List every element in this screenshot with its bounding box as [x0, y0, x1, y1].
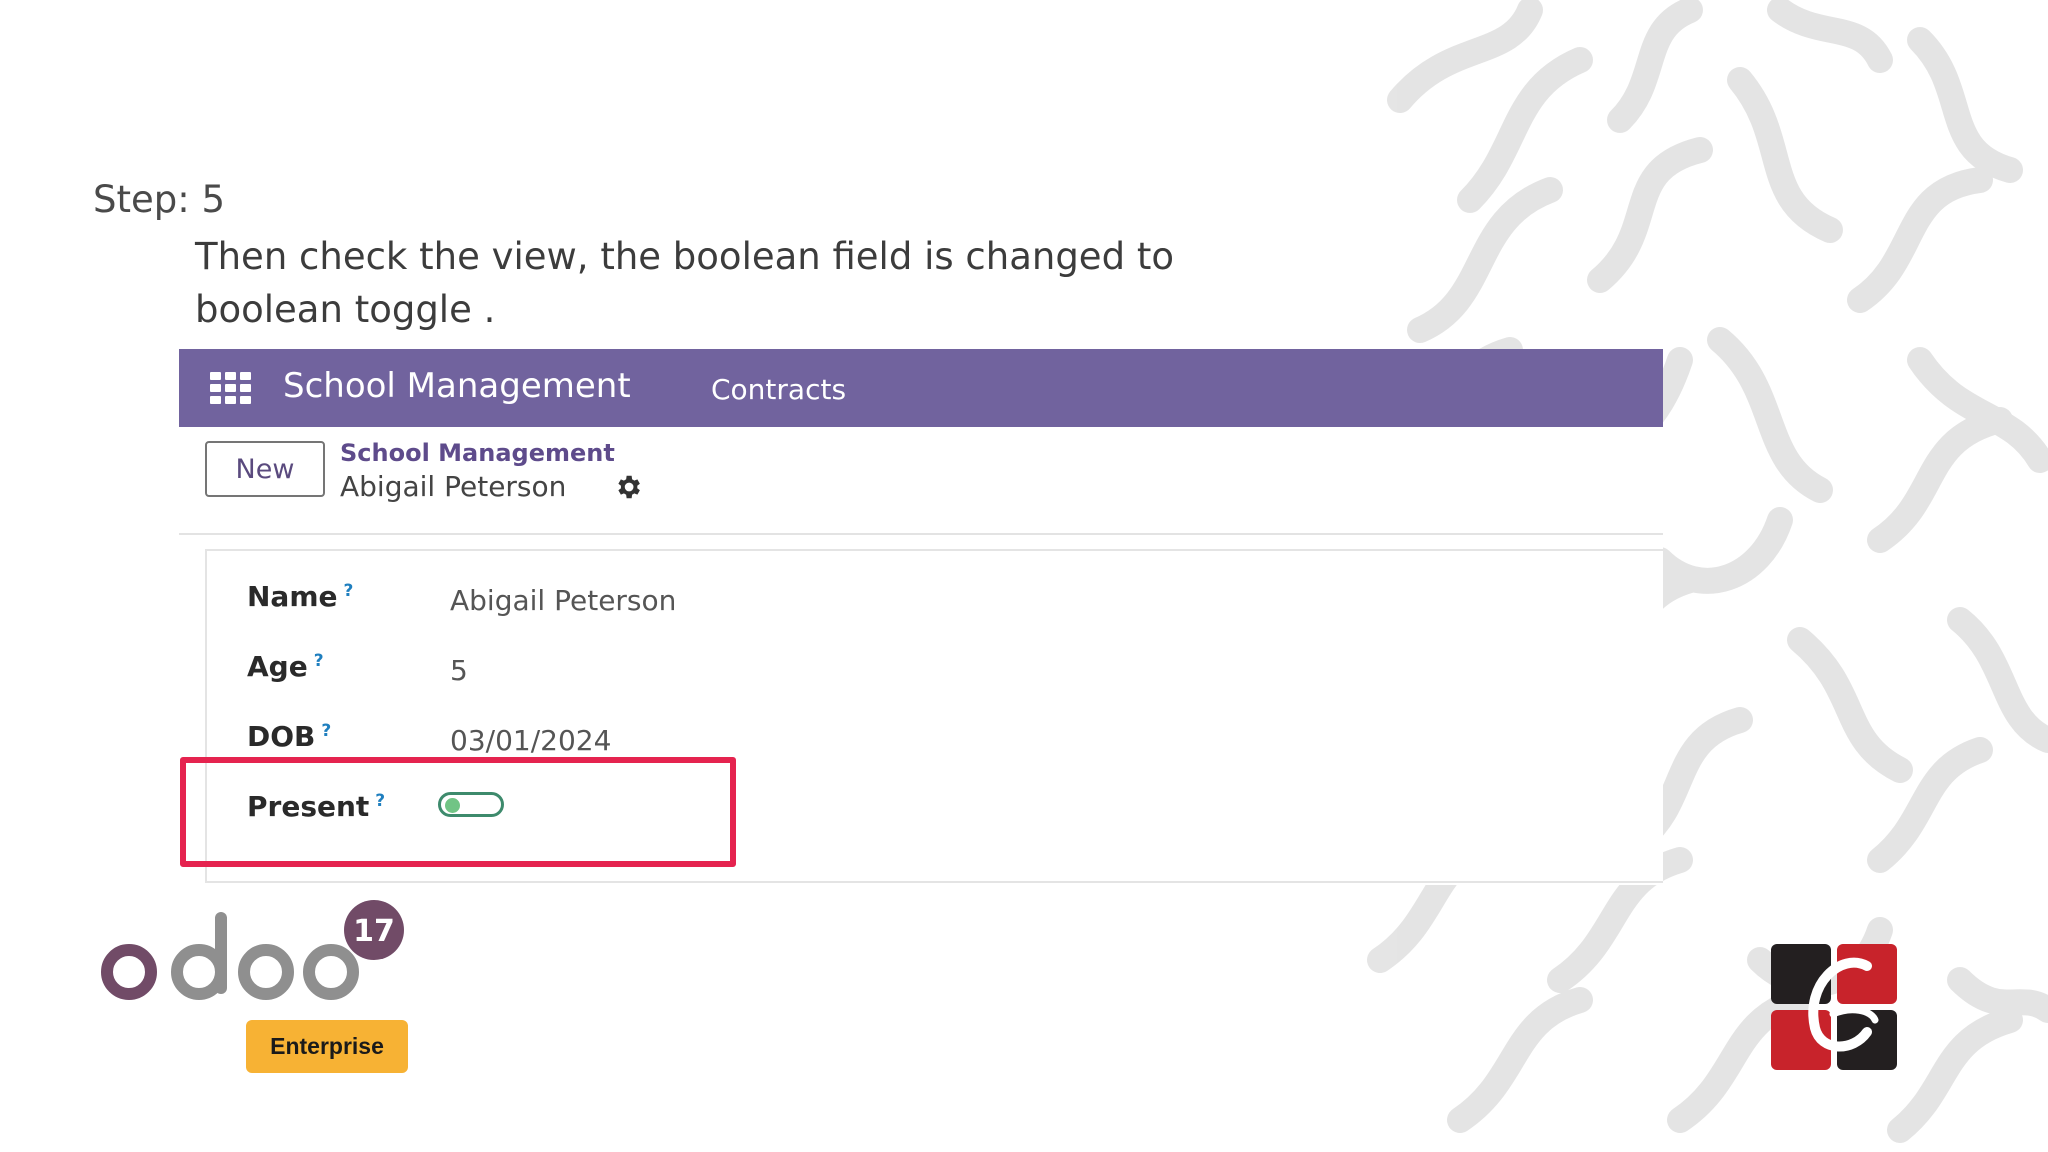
cybrosys-logo — [1771, 944, 1897, 1070]
control-panel: New School Management Abigail Peterson — [179, 427, 1663, 535]
navbar-menu-contracts[interactable]: Contracts — [711, 373, 846, 406]
apps-grid-icon[interactable] — [210, 372, 252, 404]
help-tooltip-icon[interactable]: ? — [314, 651, 324, 671]
field-label-present: Present? — [247, 790, 386, 823]
top-navbar: School Management Contracts — [179, 349, 1663, 427]
field-value-dob[interactable]: 03/01/2024 — [450, 724, 611, 757]
step-title: Step: 5 — [93, 178, 226, 221]
help-tooltip-icon[interactable]: ? — [321, 721, 331, 741]
step-description: Then check the view, the boolean field i… — [195, 235, 1174, 331]
field-value-age[interactable]: 5 — [450, 654, 468, 687]
field-label-age: Age? — [247, 650, 324, 683]
odoo-version-badge: 17 — [353, 914, 395, 949]
odoo-logo: 17 — [101, 900, 404, 1000]
navbar-brand[interactable]: School Management — [283, 366, 631, 406]
present-boolean-toggle[interactable] — [438, 792, 504, 817]
breadcrumb-current: Abigail Peterson — [340, 470, 567, 503]
enterprise-badge: Enterprise — [246, 1020, 408, 1073]
help-tooltip-icon[interactable]: ? — [375, 791, 385, 811]
field-value-name[interactable]: Abigail Peterson — [450, 584, 676, 617]
help-tooltip-icon[interactable]: ? — [344, 581, 354, 601]
field-label-name: Name? — [247, 580, 354, 613]
gear-icon[interactable] — [613, 472, 643, 502]
breadcrumb-parent[interactable]: School Management — [340, 439, 615, 467]
field-label-dob: DOB? — [247, 720, 332, 753]
toggle-knob — [445, 798, 460, 813]
new-button[interactable]: New — [205, 441, 325, 497]
